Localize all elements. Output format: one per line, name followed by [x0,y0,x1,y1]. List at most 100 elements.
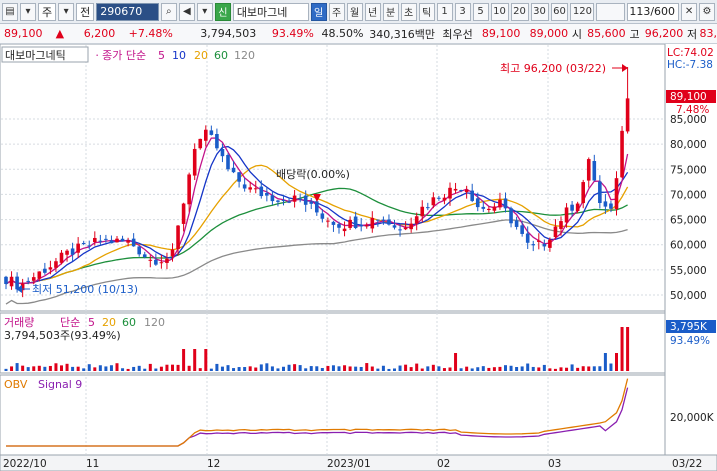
prev-select[interactable]: 전 [76,2,95,21]
interval-120[interactable]: 120 [570,2,595,21]
custom-interval-field[interactable] [596,2,626,21]
volume-bar [504,365,507,371]
candle-body [65,250,69,255]
volume-bar [343,365,347,371]
volume-bar [60,365,63,371]
candle-body [581,182,585,204]
period-year[interactable]: 년 [364,2,381,21]
volume-bar [620,327,624,371]
candle-body [237,172,241,182]
volume-bar [365,363,369,371]
volume-bar [548,368,552,371]
chart-type-icon[interactable]: ▤ [2,2,18,21]
data-count-field[interactable]: 113/600 [627,2,680,21]
candle-body [326,220,330,222]
search-icon[interactable]: ⌕ [160,2,177,21]
candle-body [625,98,630,132]
obv-panel[interactable] [0,374,666,456]
volume-bar [10,366,14,371]
candle-body [87,245,92,247]
volume-bar [431,364,435,371]
speaker-icon[interactable]: ◀ [178,2,195,21]
candle-body [198,138,203,149]
candle-body [109,240,114,244]
dropdown-icon[interactable]: ▾ [196,2,213,21]
candle-body [553,226,558,238]
candle-body [520,225,524,234]
volume-bar [209,368,213,371]
interval-3[interactable]: 3 [454,2,471,21]
candle-body [137,246,141,255]
dropdown-icon[interactable]: ▾ [20,2,36,21]
volume-bar [176,364,180,371]
best-quote-label: 최우선 [442,27,473,41]
candle-body [342,228,347,232]
settings-icon[interactable]: ⚙ [699,2,716,21]
candle-body [176,225,180,250]
candle-body [70,248,75,255]
interval-1[interactable]: 1 [436,2,453,21]
stock-label: 대보마그네틱 [5,49,66,62]
y-tick-label: 75,000 [670,164,707,176]
candle-body [43,268,47,273]
volume-bar [309,366,313,371]
high-label: 고 [629,27,640,41]
candle-body [348,219,352,228]
period-minute[interactable]: 분 [382,2,399,21]
best-sell-price: 89,100 [481,27,521,40]
volume-bar [82,368,86,371]
volume-bar [398,365,402,371]
volume-bar [615,353,618,371]
volume-bar [454,353,458,371]
volume-bar [531,366,535,371]
candle-body [437,197,441,199]
volume-bar [520,366,524,371]
period-month[interactable]: 월 [346,2,363,21]
candle-body [215,134,219,149]
trade-volume: 3,794,503 [200,27,257,40]
trade-amount: 340,316백만 [369,27,435,41]
candle-body [59,252,64,263]
volume-bar [76,366,80,371]
volume-value-text: 3,794,503주(93.49%) [4,329,121,342]
volume-bar [248,366,252,371]
volume-bar [287,364,291,371]
interval-5[interactable]: 5 [472,2,489,21]
y-tick-label: 50,000 [670,290,707,302]
credit-badge: 신 [214,2,231,21]
volume-bar [426,366,430,371]
volume-bar [487,367,491,371]
stock-name-field[interactable]: 대보마그네 [232,2,309,21]
candle-body [498,199,502,208]
stock-code-input[interactable]: 290670 [96,2,159,21]
volume-panel[interactable] [0,312,666,374]
period-day[interactable]: 일 [310,2,327,21]
volume-bar [359,366,363,371]
candle-body [37,271,42,279]
candle-body [115,238,119,243]
period-week[interactable]: 주 [328,2,345,21]
x-label-mar: 03 [548,458,561,470]
stock-chart[interactable]: 대보마그네틱 ㆍ종가 단순 5 10 20 60 120 LC:74.02 HC… [0,44,717,471]
interval-30[interactable]: 30 [530,2,549,21]
period-second[interactable]: 초 [400,2,417,21]
candle-body [598,181,602,204]
candle-body [209,130,214,135]
interval-10[interactable]: 10 [490,2,509,21]
ma10-legend: 10 [172,49,186,62]
interval-20[interactable]: 20 [510,2,529,21]
volume-ma-label: 단순 [60,316,80,329]
period-tick[interactable]: 틱 [418,2,435,21]
close-icon[interactable]: ✕ [681,2,698,21]
volume-bar [320,368,324,371]
volume-bar [609,363,613,371]
candle-body [287,201,291,203]
volume-tag-pct: 93.49% [670,335,710,347]
dividend-annotation: 배당락(0.00%) [276,168,350,181]
market-select[interactable]: 주 [38,2,57,21]
dropdown-icon[interactable]: ▾ [58,2,75,21]
volume-bar [37,365,41,371]
y-tick-label: 70,000 [670,189,707,201]
candle-body [387,219,391,225]
interval-60[interactable]: 60 [550,2,569,21]
